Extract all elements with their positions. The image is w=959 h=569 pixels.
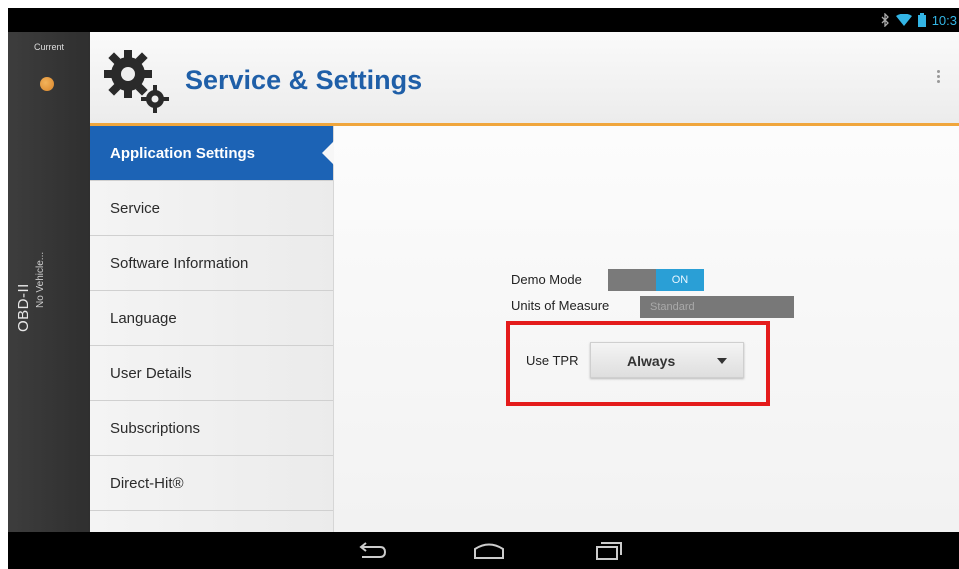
status-time: 10:3: [931, 12, 957, 28]
vehicle-rail[interactable]: Current OBD-II No Vehicle...: [8, 32, 90, 532]
menu-item-language[interactable]: Language: [90, 291, 333, 346]
app-header: Service & Settings: [90, 32, 959, 123]
recents-icon[interactable]: [589, 538, 629, 564]
protocol-label: OBD-II: [15, 283, 32, 332]
overflow-menu-icon[interactable]: [933, 68, 943, 90]
demo-mode-on-state: ON: [656, 269, 704, 291]
status-bar: 10:3: [8, 8, 959, 32]
chevron-down-icon: [717, 358, 727, 364]
demo-mode-label: Demo Mode: [511, 272, 582, 287]
tablet-screen: 10:3 Current OBD-II No Vehicle... Servic…: [8, 8, 959, 569]
vehicle-info: OBD-II No Vehicle...: [15, 252, 46, 332]
menu-item-service[interactable]: Service: [90, 181, 333, 236]
menu-item-user-details[interactable]: User Details: [90, 346, 333, 401]
menu-item-software-information[interactable]: Software Information: [90, 236, 333, 291]
use-tpr-value: Always: [627, 353, 676, 369]
use-tpr-label: Use TPR: [526, 353, 579, 368]
battery-icon: [917, 13, 926, 27]
status-icons: 10:3: [880, 12, 957, 28]
connection-status-dot: [40, 77, 54, 91]
use-tpr-dropdown[interactable]: Always: [590, 342, 744, 378]
menu-item-subscriptions[interactable]: Subscriptions: [90, 401, 333, 456]
system-nav-bar: [8, 532, 959, 569]
units-of-measure-select[interactable]: Standard: [640, 296, 794, 318]
bluetooth-icon: [881, 13, 889, 27]
demo-mode-toggle[interactable]: ON: [608, 269, 704, 291]
menu-item-application-settings[interactable]: Application Settings: [90, 126, 334, 181]
settings-panel: Demo Mode ON Units of Measure Standard U…: [334, 126, 959, 532]
current-label: Current: [33, 42, 64, 52]
gears-icon: [104, 50, 169, 113]
wifi-icon: [895, 14, 912, 26]
settings-menu: Application Settings Service Software In…: [90, 126, 334, 532]
page-title: Service & Settings: [185, 65, 423, 95]
menu-item-direct-hit[interactable]: Direct-Hit®: [90, 456, 333, 511]
units-of-measure-label: Units of Measure: [511, 298, 610, 313]
home-icon[interactable]: [469, 538, 509, 564]
vehicle-label: No Vehicle...: [35, 251, 46, 308]
back-icon[interactable]: [352, 538, 392, 564]
